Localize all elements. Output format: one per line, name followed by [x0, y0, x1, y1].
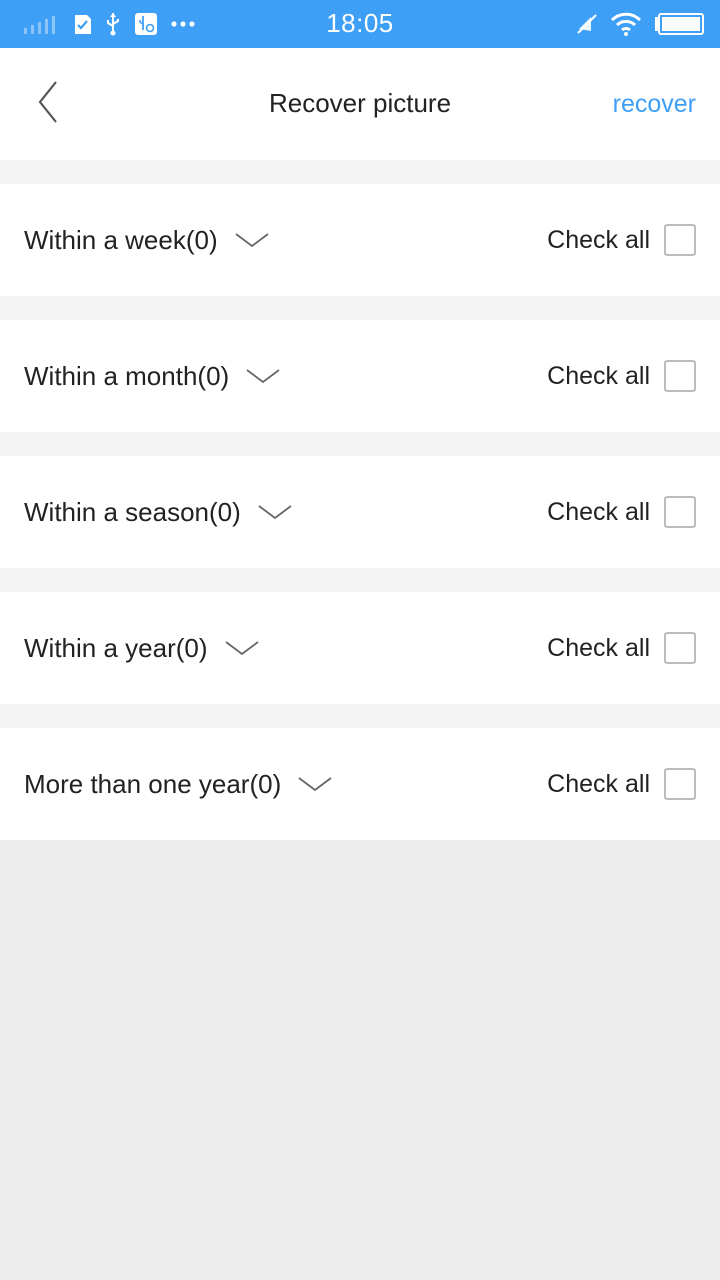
group-row-older: More than one year(0) Check all — [0, 728, 720, 840]
group-toggle-season[interactable]: Within a season(0) — [24, 456, 293, 568]
check-all-label: Check all — [547, 225, 650, 254]
recovery-groups: Within a week(0) Check all Within a mont… — [0, 160, 720, 840]
status-icons-right — [576, 10, 704, 38]
group-label: Within a season(0) — [24, 496, 241, 527]
check-all-month[interactable]: Check all — [547, 320, 696, 432]
check-all-label: Check all — [547, 769, 650, 798]
check-all-label: Check all — [547, 497, 650, 526]
group-label: More than one year(0) — [24, 768, 282, 799]
check-all-season[interactable]: Check all — [547, 456, 696, 568]
check-all-year[interactable]: Check all — [547, 592, 696, 704]
group-row-season: Within a season(0) Check all — [0, 456, 720, 568]
group-label: Within a month(0) — [24, 360, 230, 391]
group-row-week: Within a week(0) Check all — [0, 184, 720, 296]
battery-icon — [654, 13, 704, 35]
group-label: Within a week(0) — [24, 224, 218, 255]
group-label: Within a year(0) — [24, 632, 208, 663]
check-all-label: Check all — [547, 633, 650, 662]
check-all-checkbox[interactable] — [664, 768, 696, 800]
check-all-label: Check all — [547, 361, 650, 390]
group-toggle-month[interactable]: Within a month(0) — [24, 320, 281, 432]
check-all-checkbox[interactable] — [664, 360, 696, 392]
chevron-down-icon — [297, 774, 333, 794]
recover-button[interactable]: recover — [613, 90, 696, 119]
chevron-down-icon — [224, 638, 260, 658]
check-all-older[interactable]: Check all — [547, 728, 696, 840]
group-toggle-year[interactable]: Within a year(0) — [24, 592, 260, 704]
wifi-icon — [610, 12, 642, 36]
check-all-checkbox[interactable] — [664, 632, 696, 664]
chevron-down-icon — [245, 366, 281, 386]
header: Recover picture recover — [0, 48, 720, 160]
status-bar: 18:05 — [0, 0, 720, 48]
check-all-checkbox[interactable] — [664, 224, 696, 256]
check-all-week[interactable]: Check all — [547, 184, 696, 296]
group-toggle-older[interactable]: More than one year(0) — [24, 728, 333, 840]
group-row-year: Within a year(0) Check all — [0, 592, 720, 704]
group-row-month: Within a month(0) Check all — [0, 320, 720, 432]
group-toggle-week[interactable]: Within a week(0) — [24, 184, 270, 296]
chevron-down-icon — [257, 502, 293, 522]
mute-icon — [576, 13, 598, 35]
chevron-down-icon — [234, 230, 270, 250]
check-all-checkbox[interactable] — [664, 496, 696, 528]
